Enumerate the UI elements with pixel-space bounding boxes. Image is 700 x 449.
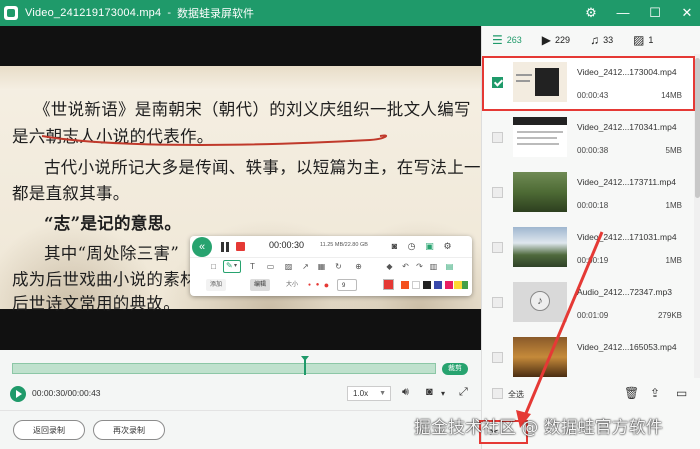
app-window: Video_241219173004.mp4 - 数据蛙录屏软件 ⚙ — ☐ ✕…	[0, 0, 700, 449]
annotation-arrow	[516, 231, 604, 428]
watermark: 掘金技术社区 @ 数据蛙官方软件	[414, 418, 663, 438]
